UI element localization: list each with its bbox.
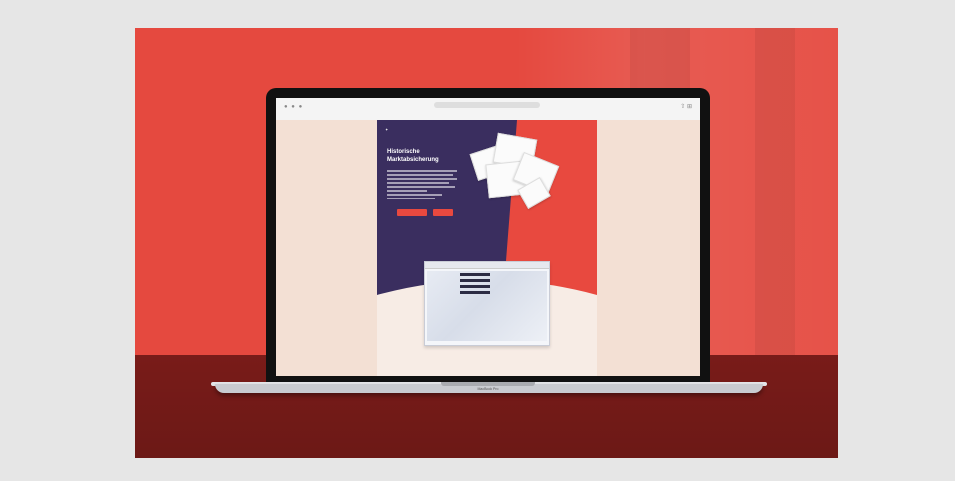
website: ✦ Historische Marktabsicherung [377, 120, 597, 376]
document-toolbar [425, 262, 549, 269]
address-bar[interactable] [434, 102, 540, 108]
share-icon[interactable]: ⇧ ⊞ [680, 103, 692, 110]
laptop-notch [441, 382, 535, 386]
page-margin-right [597, 120, 700, 376]
browser-toolbar: ● ● ● ⇧ ⊞ [276, 98, 700, 121]
document-preview [424, 261, 550, 346]
window-controls-icon[interactable]: ● ● ● [284, 104, 303, 110]
laptop-screen: ● ● ● ⇧ ⊞ ✦ Historische Marktabsicherung [276, 98, 700, 376]
laptop-model-label: MacBook Pro [477, 387, 499, 391]
laptop-lid: ● ● ● ⇧ ⊞ ✦ Historische Marktabsicherung [266, 88, 710, 384]
bookmarks-bar [386, 111, 586, 117]
document-line [460, 273, 490, 276]
page-margin-left [276, 120, 377, 376]
photo-frame: ● ● ● ⇧ ⊞ ✦ Historische Marktabsicherung… [135, 28, 838, 458]
document-line [460, 285, 490, 288]
document-line [460, 291, 490, 294]
document-line [460, 279, 490, 282]
wall-shadow [755, 28, 795, 358]
